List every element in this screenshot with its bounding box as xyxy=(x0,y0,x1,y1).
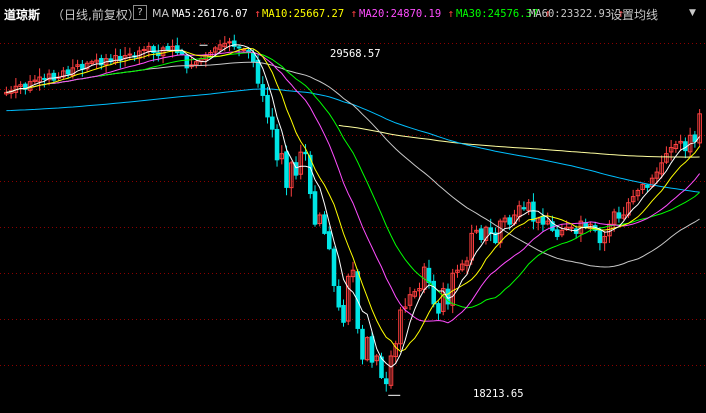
down-candle xyxy=(260,84,266,96)
down-candle xyxy=(51,72,57,81)
down-candle xyxy=(326,231,332,250)
high-price-label: 29568.57 xyxy=(330,48,381,60)
down-candle xyxy=(478,228,484,241)
down-candle xyxy=(42,77,47,80)
ma20-up-arrow-icon: ↑ xyxy=(447,7,455,20)
ma10-value: MA10:25667.27 ↑ xyxy=(262,7,357,20)
chart-header: 道琼斯 （日线,前复权） ? MA MA5:26176.07 ↑ MA10:25… xyxy=(0,0,706,28)
ma5-label: MA5:26176.07 xyxy=(172,8,248,20)
low-price-label: 18213.65 xyxy=(473,388,524,400)
down-candle xyxy=(616,212,622,219)
ma20-value: MA20:24870.19 ↑ xyxy=(359,7,454,20)
down-candle xyxy=(554,229,560,237)
down-candle xyxy=(236,46,242,49)
ma30-label: MA30:24576.37 xyxy=(456,8,539,20)
down-candle xyxy=(507,217,512,225)
down-candle xyxy=(531,201,536,222)
ma5-up-arrow-icon: ↑ xyxy=(254,7,261,20)
down-candle xyxy=(265,94,270,118)
down-candle xyxy=(436,303,441,314)
down-candle xyxy=(255,59,261,84)
down-candle xyxy=(336,285,342,308)
help-button[interactable]: ? xyxy=(133,5,147,20)
down-candle xyxy=(383,378,389,385)
candlestick-chart xyxy=(0,0,706,413)
ma60-label: MA60:23322.93 xyxy=(529,8,612,20)
ma10-label: MA10:25667.27 xyxy=(262,8,345,20)
ma5-value: MA5:26176.07 ↑ xyxy=(172,7,261,20)
down-candle xyxy=(521,207,527,210)
down-candle xyxy=(322,214,327,234)
up-candle xyxy=(127,53,133,56)
down-candle xyxy=(431,280,436,305)
up-candle xyxy=(569,226,574,229)
down-candle xyxy=(284,151,289,188)
down-candle xyxy=(274,128,280,161)
up-candle xyxy=(141,48,147,51)
chart-subtitle: （日线,前复权） xyxy=(52,8,140,22)
down-candle xyxy=(369,336,375,363)
down-candle xyxy=(165,45,171,50)
down-candle xyxy=(312,191,318,225)
down-candle xyxy=(540,215,546,225)
down-candle xyxy=(597,230,603,244)
set-moving-average-button[interactable]: 设置均线 xyxy=(610,6,658,23)
chevron-down-icon[interactable]: ▼ xyxy=(689,8,696,18)
down-candle xyxy=(303,151,308,155)
up-candle xyxy=(227,41,232,44)
down-candle xyxy=(65,69,71,75)
down-candle xyxy=(341,304,346,323)
down-candle xyxy=(360,328,365,360)
down-candle xyxy=(645,184,650,188)
down-candle xyxy=(331,248,337,287)
down-candle xyxy=(175,45,180,54)
ma-label: MA xyxy=(152,7,170,20)
chart-title: 道琼斯 xyxy=(4,8,41,22)
ma10-up-arrow-icon: ↑ xyxy=(350,7,358,20)
down-candle xyxy=(270,116,275,130)
down-candle xyxy=(426,267,432,283)
ma20-label: MA20:24870.19 xyxy=(359,8,442,20)
